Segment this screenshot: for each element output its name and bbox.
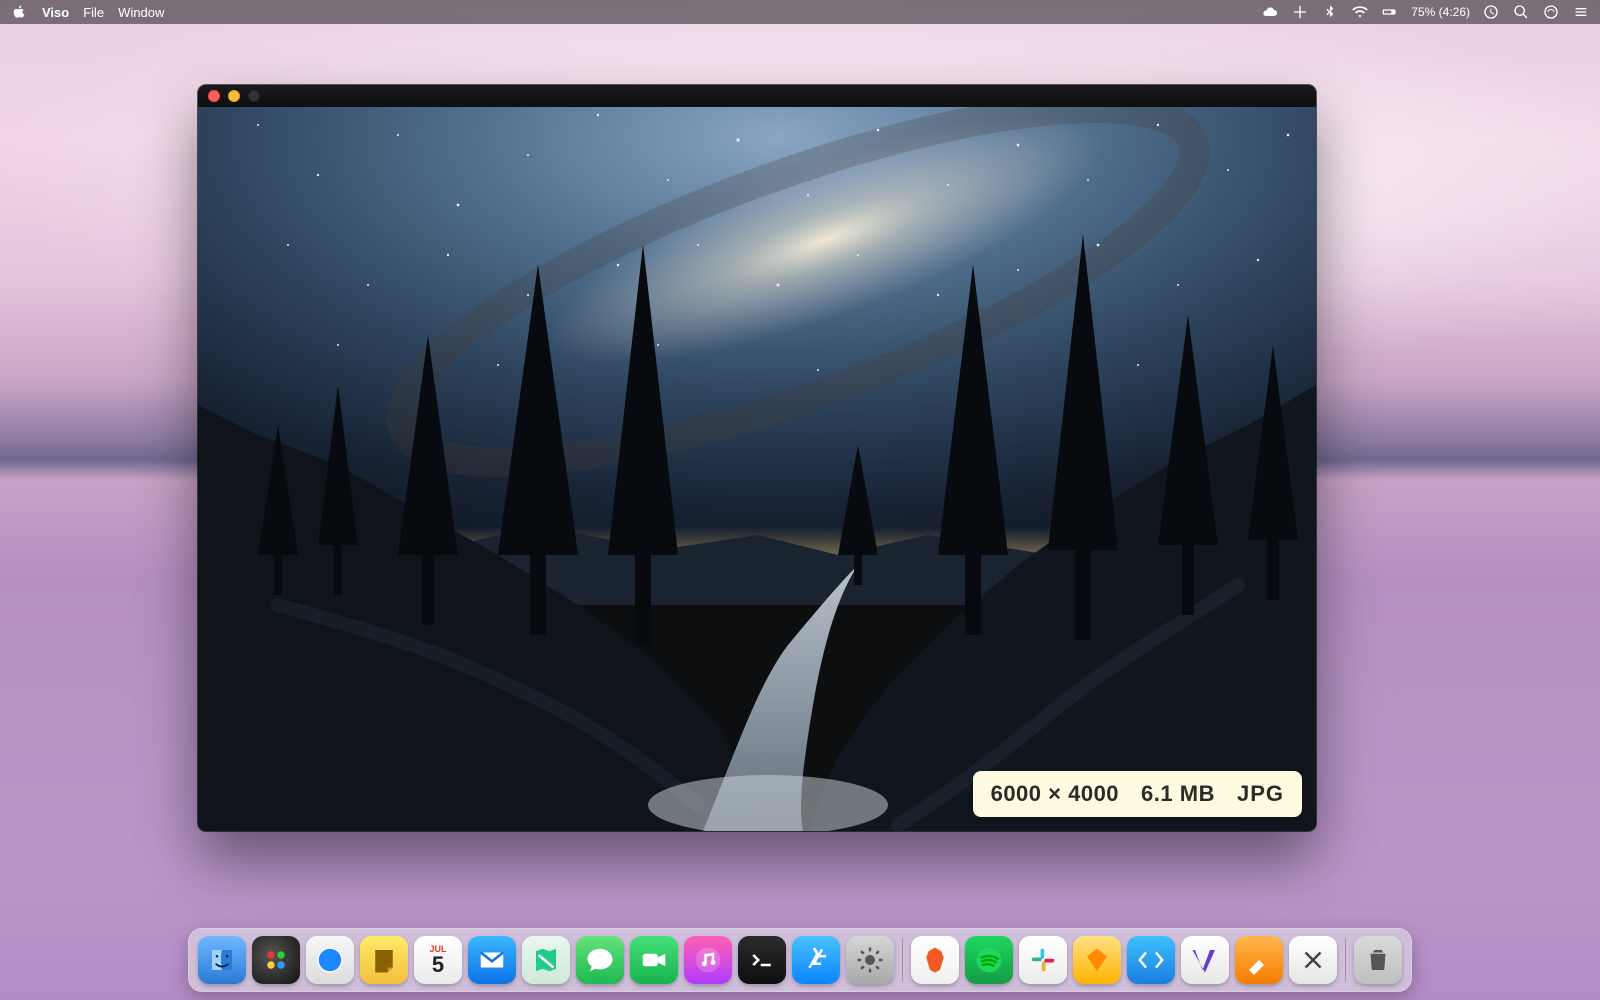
clock-icon[interactable] xyxy=(1482,3,1500,21)
image-info-badge: 6000 × 4000 6.1 MB JPG xyxy=(973,771,1302,817)
menu-window[interactable]: Window xyxy=(118,5,164,20)
dock-app-brave[interactable] xyxy=(911,936,959,984)
apple-logo-icon[interactable] xyxy=(10,3,28,21)
bluetooth-icon[interactable] xyxy=(1321,3,1339,21)
active-app-name[interactable]: Viso xyxy=(42,5,69,20)
window-titlebar[interactable] xyxy=(198,85,1316,107)
window-zoom-button[interactable] xyxy=(248,90,260,102)
dock-app-viso[interactable] xyxy=(1181,936,1229,984)
dock-app-messages[interactable] xyxy=(576,936,624,984)
dock-app-system-preferences[interactable] xyxy=(846,936,894,984)
dock-separator xyxy=(1345,938,1346,982)
siri-icon[interactable] xyxy=(1542,3,1560,21)
notification-center-icon[interactable] xyxy=(1572,3,1590,21)
spotlight-search-icon[interactable] xyxy=(1512,3,1530,21)
image-filesize: 6.1 MB xyxy=(1141,781,1215,807)
dock-app-dashboard[interactable] xyxy=(252,936,300,984)
dock-app-sketch[interactable] xyxy=(1073,936,1121,984)
image-dimensions: 6000 × 4000 xyxy=(991,781,1119,807)
dock-app-terminal[interactable] xyxy=(738,936,786,984)
dock-app-itunes[interactable] xyxy=(684,936,732,984)
dock-app-stickies[interactable] xyxy=(360,936,408,984)
dock-app-finder[interactable] xyxy=(198,936,246,984)
window-minimize-button[interactable] xyxy=(228,90,240,102)
calendar-day: 5 xyxy=(432,952,444,977)
dock-app-utility-1[interactable] xyxy=(1235,936,1283,984)
menu-file[interactable]: File xyxy=(83,5,104,20)
dock-app-mail[interactable] xyxy=(468,936,516,984)
viso-window[interactable]: 6000 × 4000 6.1 MB JPG xyxy=(198,85,1316,831)
dock-app-utility-2[interactable] xyxy=(1289,936,1337,984)
window-close-button[interactable] xyxy=(208,90,220,102)
image-format: JPG xyxy=(1237,781,1284,807)
battery-text[interactable]: 75% (4:26) xyxy=(1411,5,1470,19)
battery-icon[interactable] xyxy=(1381,3,1399,21)
cloud-sync-icon[interactable] xyxy=(1261,3,1279,21)
menubar: Viso File Window 75% (4:26) xyxy=(0,0,1600,24)
dock-app-spotify[interactable] xyxy=(965,936,1013,984)
displayed-image[interactable] xyxy=(198,85,1316,831)
dock-app-calendar[interactable]: JUL 5 xyxy=(414,936,462,984)
dock-app-code-editor[interactable] xyxy=(1127,936,1175,984)
dock-separator xyxy=(902,938,903,982)
dock-app-slack[interactable] xyxy=(1019,936,1067,984)
dock-app-safari[interactable] xyxy=(306,936,354,984)
dock-app-appstore[interactable] xyxy=(792,936,840,984)
menubar-extra-icon[interactable] xyxy=(1291,3,1309,21)
dock-trash[interactable] xyxy=(1354,936,1402,984)
wifi-icon[interactable] xyxy=(1351,3,1369,21)
dock-app-facetime[interactable] xyxy=(630,936,678,984)
dock-app-maps[interactable] xyxy=(522,936,570,984)
dock: JUL 5 xyxy=(188,928,1412,992)
